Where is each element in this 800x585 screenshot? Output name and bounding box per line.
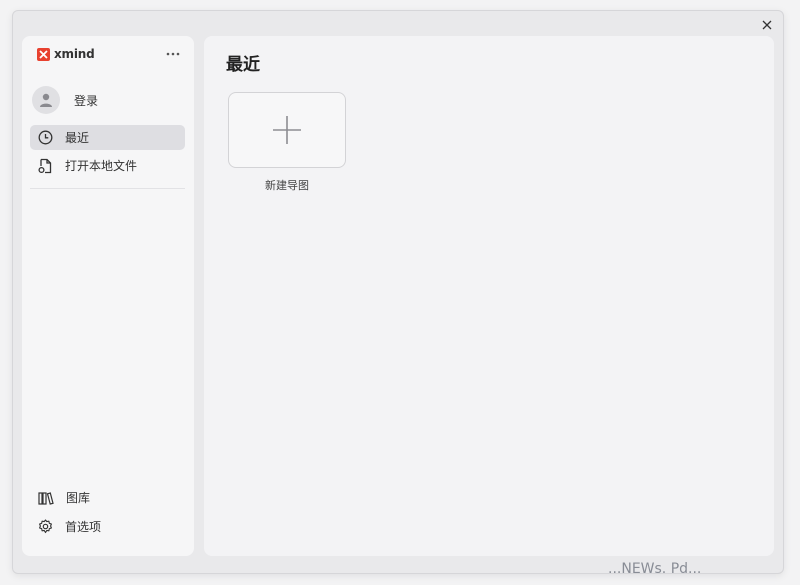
xmind-logo-icon: [37, 47, 50, 61]
sidebar-item-label: 最近: [65, 131, 90, 145]
plus-icon: [273, 116, 301, 144]
login-button[interactable]: 登录: [32, 84, 182, 116]
close-button[interactable]: [758, 16, 776, 34]
more-options-button[interactable]: [162, 46, 184, 62]
avatar: [32, 86, 60, 114]
sidebar-item-label: 首选项: [65, 520, 102, 534]
sidebar-item-label: 图库: [66, 491, 91, 505]
sidebar-divider: [30, 188, 185, 189]
gear-icon: [39, 519, 52, 534]
new-mindmap-label: 新建导图: [265, 179, 309, 192]
page-title: 最近: [226, 55, 260, 75]
login-label: 登录: [74, 93, 99, 108]
new-mindmap-button[interactable]: [228, 92, 346, 168]
close-icon: [762, 20, 772, 30]
sidebar-item-open-local-file[interactable]: 打开本地文件: [30, 153, 185, 178]
library-icon: [38, 491, 54, 505]
sidebar-item-recent[interactable]: 最近: [30, 125, 185, 150]
sidebar-item-library[interactable]: 图库: [30, 485, 185, 510]
background-taskbar-text: ...NEWs. Pd...: [608, 561, 702, 577]
user-icon: [40, 93, 52, 107]
sidebar-item-label: 打开本地文件: [65, 159, 138, 173]
clock-icon: [38, 130, 53, 145]
xmind-logo: xmind: [37, 47, 95, 61]
sidebar: xmind 登录 最近 打开本地文件 图库 首选项: [22, 36, 194, 556]
more-icon: [166, 52, 180, 56]
main-panel: 最近 新建导图: [204, 36, 774, 556]
logo-text: xmind: [54, 47, 95, 61]
sidebar-item-preferences[interactable]: 首选项: [30, 514, 185, 539]
open-file-icon: [38, 158, 52, 173]
